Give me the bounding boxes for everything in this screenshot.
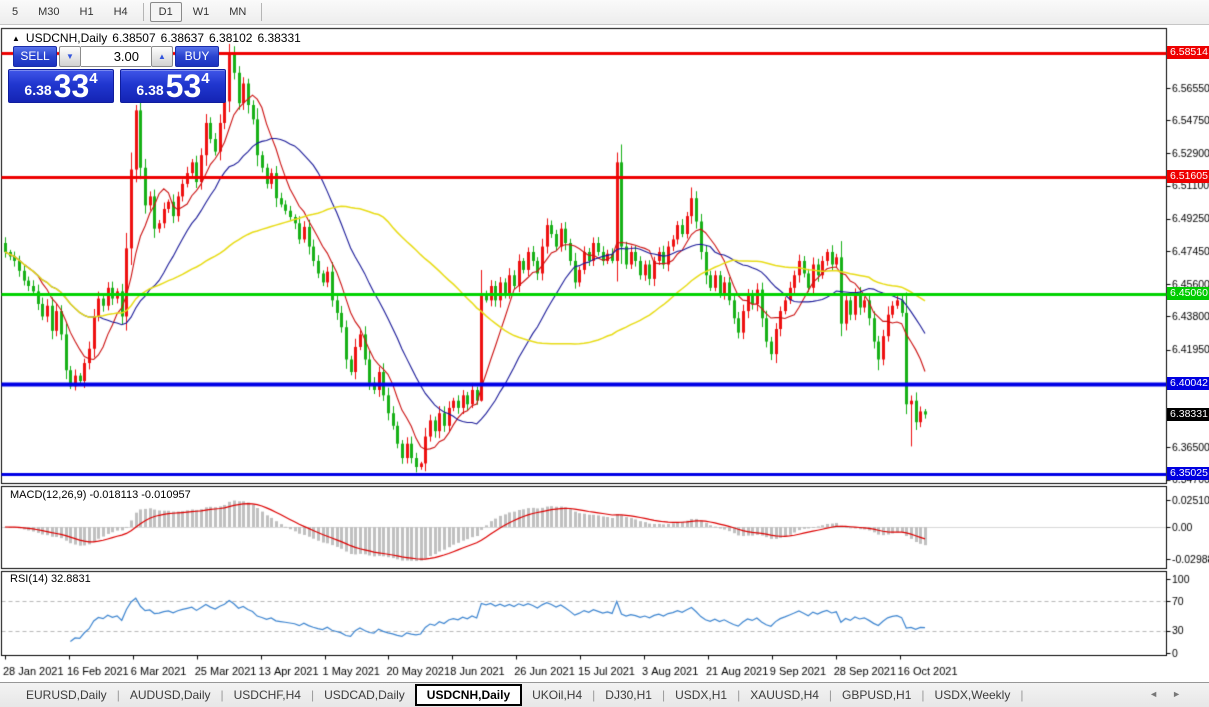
volume-input[interactable] [81,46,151,67]
ohlc-low: 6.38102 [209,31,253,45]
timeframe-button-d1[interactable]: D1 [149,2,182,22]
toolbar-separator [142,3,144,21]
volume-decrease-button[interactable]: ▼ [59,46,81,67]
chart-ohlc-header: ▲ USDCNH,Daily 6.38507 6.38637 6.38102 6.3833… [12,31,301,45]
buy-price-box[interactable]: 6.38 53 4 [120,69,226,103]
price-badge-6.45060: 6.45060 [1167,287,1209,301]
ohlc-close: 6.38331 [257,31,301,45]
symbol-tab-usdchf-h4[interactable]: USDCHF,H4 [224,685,311,705]
ohlc-open: 6.38507 [112,31,156,45]
sell-price-pips: 33 [53,68,90,104]
chart-canvas[interactable] [0,25,1209,682]
timeframe-button-w1[interactable]: W1 [184,2,219,22]
symbol-tab-audusd-daily[interactable]: AUDUSD,Daily [120,685,221,705]
symbol-tab-xauusd-h4[interactable]: XAUUSD,H4 [740,685,829,705]
buy-price-pips: 53 [165,68,202,104]
symbol-tab-usdcnh-daily[interactable]: USDCNH,Daily [414,683,523,706]
buy-price-point: 4 [201,70,210,87]
sell-price-box[interactable]: 6.38 33 4 [8,69,114,103]
symbol-tab-dj30-h1[interactable]: DJ30,H1 [595,685,662,705]
tab-scroll-arrows: ◄► [1149,689,1195,699]
buy-price-prefix: 6.38 [136,82,164,98]
symbol-tab-usdx-weekly[interactable]: USDX,Weekly [925,685,1021,705]
chart-expand-icon[interactable]: ▲ [12,34,20,43]
symbol-tab-usdx-h1[interactable]: USDX,H1 [665,685,737,705]
chart-symbol-label: USDCNH,Daily [25,31,108,45]
sell-button[interactable]: SELL [13,46,57,67]
price-badge-6.38331: 6.38331 [1167,407,1209,421]
symbol-tab-ukoil-h4[interactable]: UKOil,H4 [522,685,592,705]
rsi-indicator-label: RSI(14) 32.8831 [10,573,91,585]
timeframe-button-h1[interactable]: H1 [71,2,103,22]
tab-scroll-left-icon[interactable]: ◄ [1149,689,1172,699]
volume-increase-button[interactable]: ▲ [151,46,173,67]
buy-button[interactable]: BUY [175,46,219,67]
symbol-tab-gbpusd-h1[interactable]: GBPUSD,H1 [832,685,921,705]
tab-scroll-right-icon[interactable]: ► [1172,689,1195,699]
price-badge-6.58514: 6.58514 [1167,46,1209,60]
timeframe-button-m30[interactable]: M30 [29,2,68,22]
trading-platform-window: 5 M30 H1 H4 D1 W1 MN ▲ USDCNH,Daily 6.38507 6.386… [0,0,1209,707]
macd-indicator-label: MACD(12,26,9) -0.018113 -0.010957 [10,489,191,501]
timeframe-button-5[interactable]: 5 [3,2,27,22]
one-click-trade-panel: SELL ▼ ▲ BUY 6.38 33 4 6.38 53 4 [8,46,226,103]
timeframe-button-mn[interactable]: MN [220,2,255,22]
sell-price-point: 4 [89,70,98,87]
symbol-tab-eurusd-daily[interactable]: EURUSD,Daily [16,685,117,705]
ohlc-high: 6.38637 [160,31,205,45]
price-badge-6.35025: 6.35025 [1167,467,1209,481]
sell-price-prefix: 6.38 [24,82,52,98]
price-badge-6.51605: 6.51605 [1167,170,1209,184]
symbol-tabbar: EURUSD,Daily | AUDUSD,Daily | USDCHF,H4 | USDC… [0,682,1209,707]
toolbar-separator [261,3,263,21]
tab-separator: | [1020,688,1024,702]
timeframe-toolbar: 5 M30 H1 H4 D1 W1 MN [0,0,1209,25]
price-badge-6.40042: 6.40042 [1167,377,1209,391]
timeframe-button-h4[interactable]: H4 [105,2,137,22]
symbol-tab-usdcad-daily[interactable]: USDCAD,Daily [314,685,415,705]
